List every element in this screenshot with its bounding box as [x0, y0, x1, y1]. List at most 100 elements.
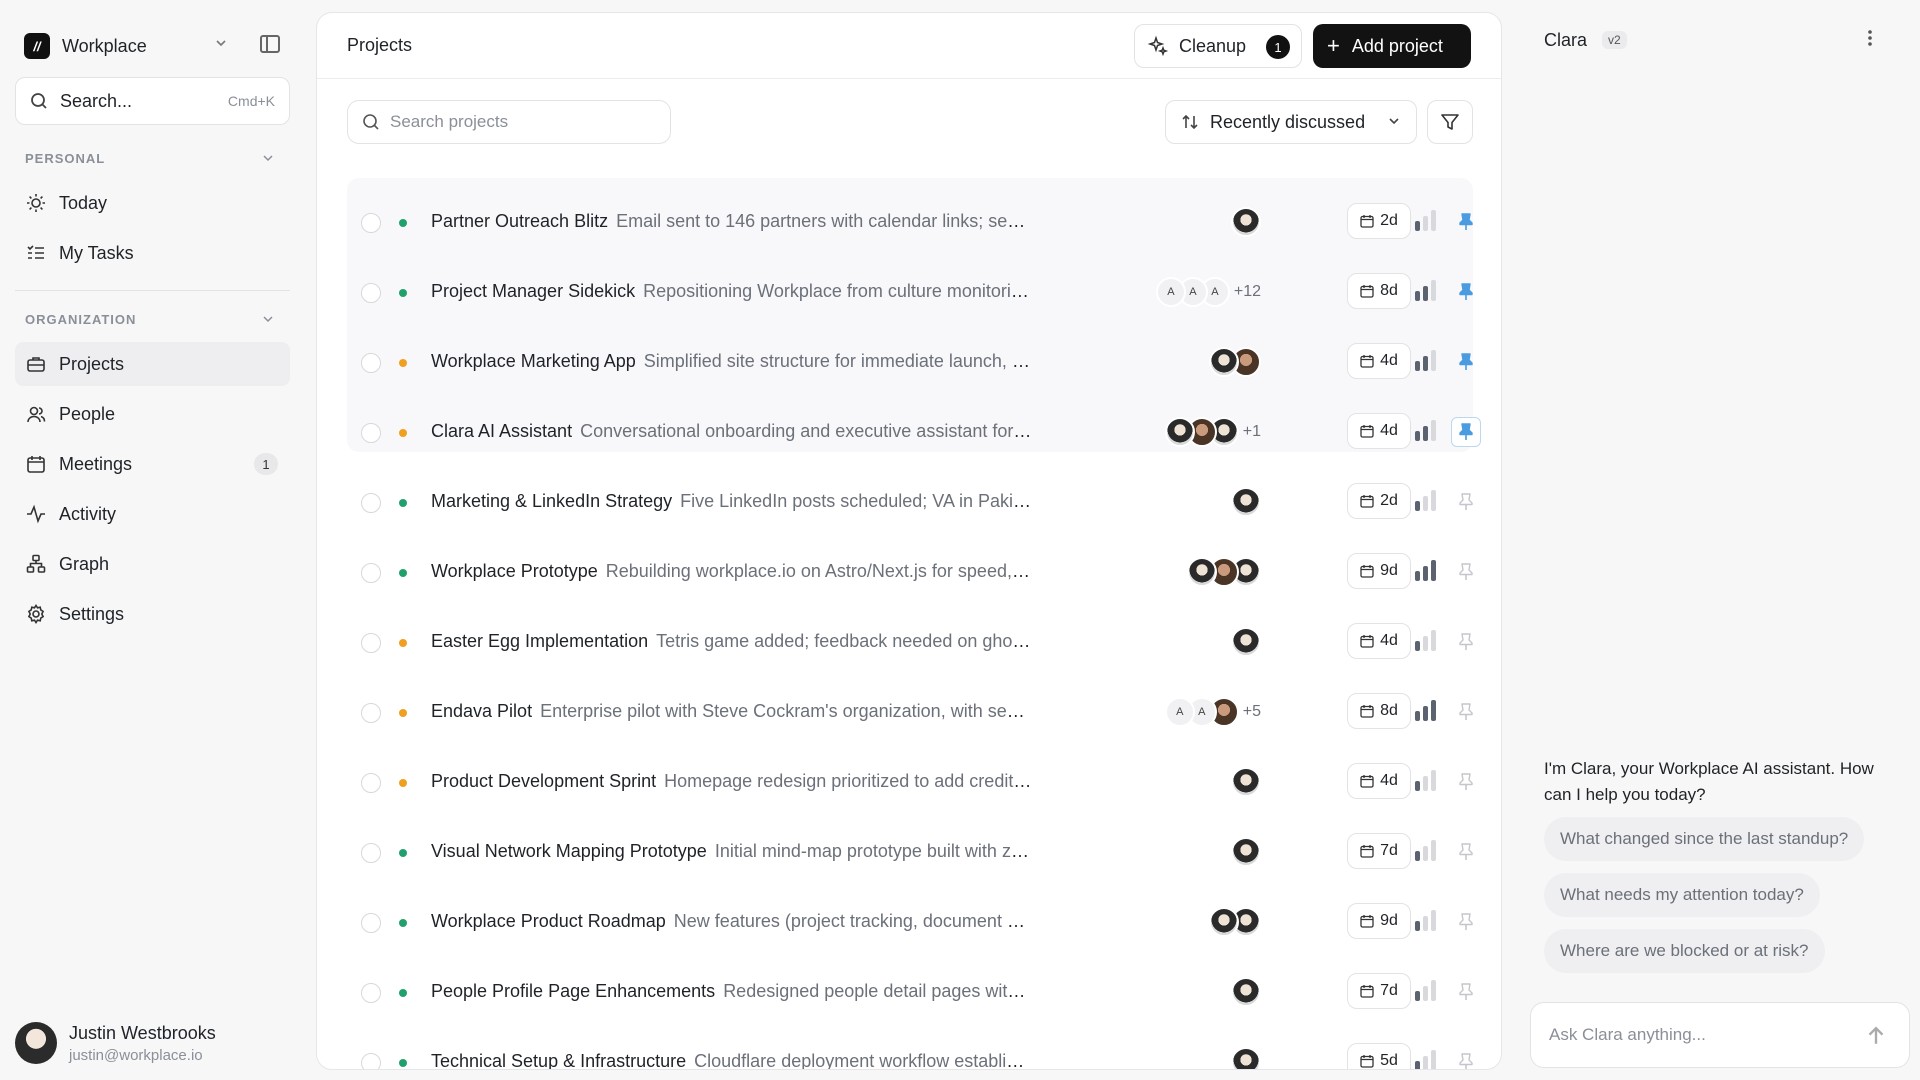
priority-bars-icon[interactable]: [1415, 769, 1439, 791]
nav-activity[interactable]: Activity: [15, 492, 290, 536]
current-user[interactable]: Justin Westbrooks justin@workplace.io: [15, 1018, 295, 1068]
priority-bars-icon[interactable]: [1415, 209, 1439, 231]
due-date-chip[interactable]: 2d: [1347, 203, 1411, 239]
pin-icon[interactable]: [1455, 911, 1477, 933]
member-avatars[interactable]: [1209, 347, 1261, 377]
priority-bars-icon[interactable]: [1415, 909, 1439, 931]
project-checkbox[interactable]: [361, 843, 381, 863]
sort-dropdown[interactable]: Recently discussed: [1165, 100, 1417, 144]
due-date-chip[interactable]: 7d: [1347, 973, 1411, 1009]
project-row[interactable]: People Profile Page Enhancements Redesign…: [347, 957, 1473, 1027]
member-avatars[interactable]: [1231, 767, 1261, 797]
nav-my-tasks[interactable]: My Tasks: [15, 231, 290, 275]
project-checkbox[interactable]: [361, 773, 381, 793]
member-avatars[interactable]: [1231, 207, 1261, 237]
member-avatars[interactable]: +1: [1164, 417, 1261, 447]
project-row[interactable]: Endava Pilot Enterprise pilot with Steve …: [347, 677, 1473, 747]
pin-icon[interactable]: [1455, 281, 1477, 303]
project-row[interactable]: Workplace Prototype Rebuilding workplace.…: [347, 537, 1473, 607]
due-date-chip[interactable]: 2d: [1347, 483, 1411, 519]
project-row[interactable]: Partner Outreach Blitz Email sent to 146 …: [347, 187, 1473, 257]
nav-today[interactable]: Today: [15, 181, 290, 225]
project-row[interactable]: Marketing & LinkedIn Strategy Five Linked…: [347, 467, 1473, 537]
priority-bars-icon[interactable]: [1415, 1049, 1439, 1069]
filter-button[interactable]: [1427, 100, 1473, 144]
project-checkbox[interactable]: [361, 213, 381, 233]
project-row[interactable]: Workplace Marketing App Simplified site s…: [347, 327, 1473, 397]
section-personal[interactable]: PERSONAL: [25, 151, 105, 166]
priority-bars-icon[interactable]: [1415, 699, 1439, 721]
project-checkbox[interactable]: [361, 913, 381, 933]
chevron-down-icon[interactable]: [262, 314, 274, 324]
due-date-chip[interactable]: 9d: [1347, 553, 1411, 589]
project-row[interactable]: Clara AI Assistant Conversational onboard…: [347, 397, 1481, 467]
section-organization[interactable]: ORGANIZATION: [25, 312, 136, 327]
nav-settings[interactable]: Settings: [15, 592, 290, 636]
project-checkbox[interactable]: [361, 353, 381, 373]
member-avatars[interactable]: [1209, 907, 1261, 937]
priority-bars-icon[interactable]: [1415, 489, 1439, 511]
priority-bars-icon[interactable]: [1415, 839, 1439, 861]
project-checkbox[interactable]: [361, 283, 381, 303]
project-search-input[interactable]: Search projects: [347, 100, 671, 144]
sidebar-toggle-icon[interactable]: [260, 35, 280, 53]
project-checkbox[interactable]: [361, 633, 381, 653]
due-date-chip[interactable]: 4d: [1347, 763, 1411, 799]
pin-icon[interactable]: [1455, 701, 1477, 723]
due-date-chip[interactable]: 8d: [1347, 273, 1411, 309]
project-checkbox[interactable]: [361, 563, 381, 583]
project-checkbox[interactable]: [361, 1053, 381, 1069]
due-date-chip[interactable]: 8d: [1347, 693, 1411, 729]
chevron-down-icon[interactable]: [262, 153, 274, 163]
member-avatars[interactable]: [1231, 627, 1261, 657]
pin-icon[interactable]: [1455, 211, 1477, 233]
add-project-button[interactable]: + Add project: [1313, 24, 1471, 68]
due-date-chip[interactable]: 4d: [1347, 413, 1411, 449]
project-checkbox[interactable]: [361, 983, 381, 1003]
project-row[interactable]: Technical Setup & Infrastructure Cloudfla…: [347, 1027, 1473, 1069]
project-row[interactable]: Project Manager Sidekick Repositioning Wo…: [347, 257, 1473, 327]
priority-bars-icon[interactable]: [1415, 559, 1439, 581]
pin-icon[interactable]: [1455, 631, 1477, 653]
member-avatars[interactable]: [1231, 837, 1261, 867]
project-row[interactable]: Workplace Product Roadmap New features (p…: [347, 887, 1473, 957]
project-row[interactable]: Easter Egg Implementation Tetris game add…: [347, 607, 1473, 677]
priority-bars-icon[interactable]: [1415, 349, 1439, 371]
member-avatars[interactable]: [1187, 557, 1261, 587]
more-menu-icon[interactable]: [1866, 28, 1874, 48]
pin-icon[interactable]: [1455, 981, 1477, 1003]
pin-icon[interactable]: [1455, 351, 1477, 373]
project-row[interactable]: Product Development Sprint Homepage redes…: [347, 747, 1473, 817]
priority-bars-icon[interactable]: [1415, 419, 1439, 441]
due-date-chip[interactable]: 7d: [1347, 833, 1411, 869]
workspace-switcher[interactable]: // Workplace: [24, 30, 284, 62]
due-date-chip[interactable]: 4d: [1347, 343, 1411, 379]
suggestion-chip[interactable]: What changed since the last standup?: [1544, 817, 1865, 861]
pin-icon[interactable]: [1455, 491, 1477, 513]
nav-meetings[interactable]: Meetings 1: [15, 442, 290, 486]
suggestion-chip[interactable]: What needs my attention today?: [1544, 873, 1820, 917]
nav-people[interactable]: People: [15, 392, 290, 436]
suggestion-chip[interactable]: Where are we blocked or at risk?: [1544, 929, 1825, 973]
assistant-input[interactable]: Ask Clara anything...: [1530, 1002, 1910, 1068]
project-row[interactable]: Visual Network Mapping Prototype Initial …: [347, 817, 1473, 887]
cleanup-button[interactable]: Cleanup 1: [1134, 24, 1302, 68]
due-date-chip[interactable]: 5d: [1347, 1043, 1411, 1069]
pin-icon[interactable]: [1455, 841, 1477, 863]
send-arrow-icon[interactable]: [1863, 1023, 1889, 1049]
global-search[interactable]: Search... Cmd+K: [15, 77, 290, 125]
member-avatars[interactable]: +12 A A A: [1155, 277, 1261, 307]
due-date-chip[interactable]: 9d: [1347, 903, 1411, 939]
due-date-chip[interactable]: 4d: [1347, 623, 1411, 659]
project-checkbox[interactable]: [361, 703, 381, 723]
priority-bars-icon[interactable]: [1415, 279, 1439, 301]
pin-icon[interactable]: [1451, 417, 1481, 447]
pin-icon[interactable]: [1455, 561, 1477, 583]
member-avatars[interactable]: +5 A A: [1164, 697, 1261, 727]
priority-bars-icon[interactable]: [1415, 979, 1439, 1001]
pin-icon[interactable]: [1455, 771, 1477, 793]
nav-projects[interactable]: Projects: [15, 342, 290, 386]
priority-bars-icon[interactable]: [1415, 629, 1439, 651]
nav-graph[interactable]: Graph: [15, 542, 290, 586]
member-avatars[interactable]: [1231, 977, 1261, 1007]
